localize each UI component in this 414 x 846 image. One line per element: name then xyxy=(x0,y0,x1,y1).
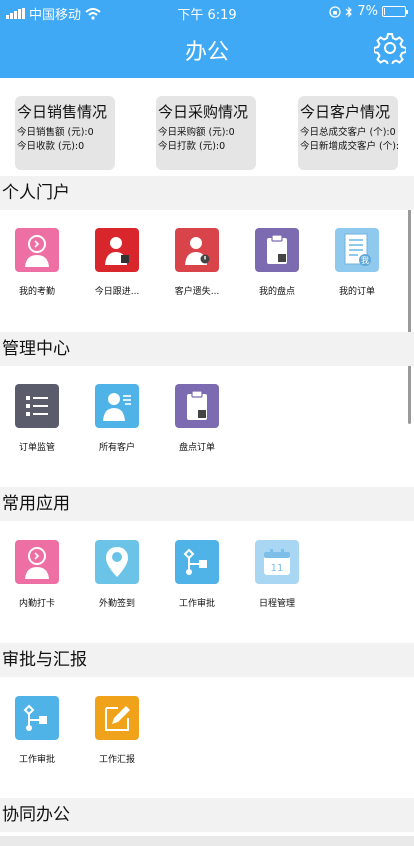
tile-order-supervision[interactable]: 订单监管 xyxy=(2,384,72,453)
card-title: 今日采购情况 xyxy=(158,103,249,121)
scrollbar[interactable] xyxy=(408,178,411,424)
tile-lost-customers[interactable]: 客户遗失... xyxy=(162,228,232,297)
tab-bar-edge xyxy=(0,836,414,846)
card-line: 今日总成交客户 (个):0 xyxy=(300,127,396,138)
status-bar: 中国移动 下午 6:19 7% xyxy=(0,4,414,24)
card-line: 今日打款 (元):0 xyxy=(158,141,226,152)
orientation-lock-icon xyxy=(329,5,342,18)
tile-work-approval-2[interactable]: 工作审批 xyxy=(2,696,72,765)
order-badge-char: 我 xyxy=(361,255,369,265)
location-pin-icon xyxy=(95,540,139,584)
card-line: 今日销售额 (元):0 xyxy=(17,127,94,138)
tile-my-inventory[interactable]: 我的盘点 xyxy=(242,228,312,297)
tile-my-attendance[interactable]: 我的考勤 xyxy=(2,228,72,297)
customer-summary-card[interactable]: 今日客户情况 今日总成交客户 (个):0 今日新增成交客户 (个):0 xyxy=(298,96,398,170)
lost-customer-icon xyxy=(175,228,219,272)
bluetooth-icon xyxy=(345,6,353,17)
tile-label: 工作审批 xyxy=(18,755,55,765)
report-pencil-icon xyxy=(95,696,139,740)
tile-office-checkin[interactable]: 内勤打卡 xyxy=(2,540,72,609)
section-header-personal: 个人门户 xyxy=(0,176,414,210)
section-header-common-apps: 常用应用 xyxy=(0,487,414,521)
tile-label: 我的盘点 xyxy=(258,287,295,297)
attendance-person-icon xyxy=(15,228,59,272)
tile-label: 外勤签到 xyxy=(98,599,135,609)
section-header-management: 管理中心 xyxy=(0,332,414,366)
card-title: 今日客户情况 xyxy=(300,103,391,121)
inventory-clipboard-icon xyxy=(175,384,219,428)
card-title: 今日销售情况 xyxy=(17,103,108,121)
workflow-icon xyxy=(15,696,59,740)
card-line: 今日收款 (元):0 xyxy=(17,141,85,152)
tile-label: 所有客户 xyxy=(98,443,135,453)
attendance-person-icon xyxy=(15,540,59,584)
workflow-icon xyxy=(175,540,219,584)
app-header: 中国移动 下午 6:19 7% 办公 xyxy=(0,0,414,78)
tile-inventory-orders[interactable]: 盘点订单 xyxy=(162,384,232,453)
summary-cards: 今日销售情况 今日销售额 (元):0 今日收款 (元):0 今日采购情况 今日采… xyxy=(0,96,414,170)
battery-icon xyxy=(382,6,408,17)
all-customers-icon xyxy=(95,384,139,428)
calendar-icon: 11 xyxy=(255,540,299,584)
followup-person-icon xyxy=(95,228,139,272)
order-document-icon: 我 xyxy=(335,228,379,272)
tile-label: 日程管理 xyxy=(258,599,295,609)
purchase-summary-card[interactable]: 今日采购情况 今日采购额 (元):0 今日打款 (元):0 xyxy=(156,96,256,170)
gear-icon[interactable] xyxy=(374,32,406,64)
page-title: 办公 xyxy=(184,40,229,65)
tile-label: 内勤打卡 xyxy=(18,599,55,609)
tile-label: 工作汇报 xyxy=(98,755,135,765)
card-line: 今日采购额 (元):0 xyxy=(158,127,235,138)
tile-label: 订单监管 xyxy=(18,443,55,453)
tile-label: 客户遗失... xyxy=(174,287,220,297)
tile-schedule[interactable]: 11 日程管理 xyxy=(242,540,312,609)
tile-today-followup[interactable]: 今日跟进... xyxy=(82,228,152,297)
tile-label: 工作审批 xyxy=(178,599,215,609)
tile-all-customers[interactable]: 所有客户 xyxy=(82,384,152,453)
tile-label: 我的订单 xyxy=(338,287,375,297)
section-header-approval-report: 审批与汇报 xyxy=(0,643,414,677)
tile-label: 我的考勤 xyxy=(18,287,55,297)
section-header-collaboration: 协同办公 xyxy=(0,798,414,832)
tile-label: 盘点订单 xyxy=(178,443,215,453)
sales-summary-card[interactable]: 今日销售情况 今日销售额 (元):0 今日收款 (元):0 xyxy=(15,96,115,170)
tile-work-report[interactable]: 工作汇报 xyxy=(82,696,152,765)
tile-field-signin[interactable]: 外勤签到 xyxy=(82,540,152,609)
order-list-icon xyxy=(15,384,59,428)
inventory-clipboard-icon xyxy=(255,228,299,272)
tile-my-orders[interactable]: 我 我的订单 xyxy=(322,228,392,297)
tile-work-approval[interactable]: 工作审批 xyxy=(162,540,232,609)
card-line: 今日新增成交客户 (个):0 xyxy=(300,141,398,152)
calendar-day: 11 xyxy=(271,563,284,574)
battery-percent: 7% xyxy=(357,4,378,19)
tile-label: 今日跟进... xyxy=(94,287,140,297)
